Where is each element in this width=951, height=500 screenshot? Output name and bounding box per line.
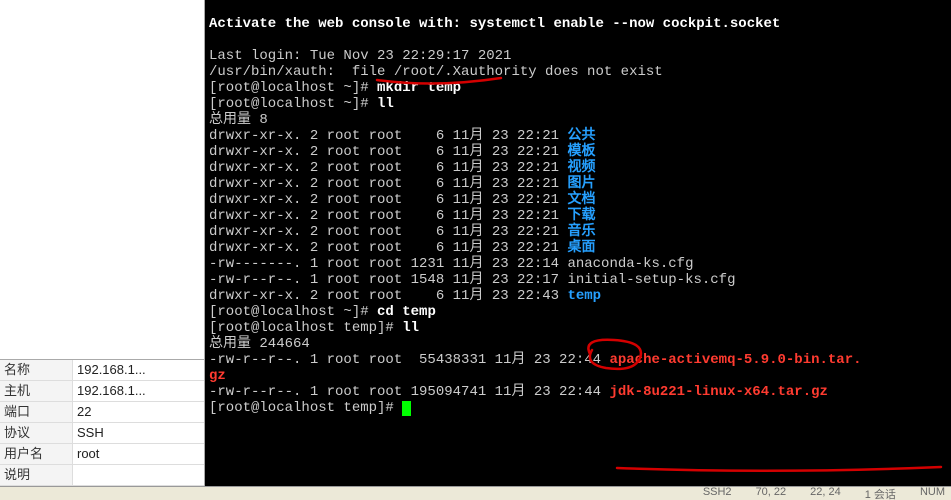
annotation-underline-jdk — [615, 464, 945, 474]
file-name: jdk-8u221-linux-x64.tar.gz — [609, 384, 827, 400]
dir-name: temp — [567, 288, 601, 304]
term-line: Activate the web console with: systemctl… — [209, 16, 780, 32]
status-pos: 22, 24 — [810, 486, 841, 500]
term-line: 总用量 8 — [209, 112, 268, 128]
ls-row: -rw-r--r--. 1 root root 195094741 11月 23… — [209, 384, 609, 400]
prop-value[interactable]: SSH — [73, 423, 204, 443]
session-properties: 名称 192.168.1... 主机 192.168.1... 端口 22 协议… — [0, 359, 204, 486]
prop-row-desc: 说明 — [0, 465, 204, 486]
prop-value[interactable]: root — [73, 444, 204, 464]
status-num: NUM — [920, 486, 945, 500]
term-prompt: [root@localhost ~]# — [209, 304, 377, 320]
ls-row: -rw-r--r--. 1 root root 1548 11月 23 22:1… — [209, 272, 735, 288]
prop-value[interactable]: 192.168.1... — [73, 381, 204, 401]
prop-row-name: 名称 192.168.1... — [0, 360, 204, 381]
dir-name: 视频 — [567, 160, 595, 176]
cursor-icon — [402, 401, 411, 416]
prop-label: 端口 — [0, 402, 73, 422]
ls-row: drwxr-xr-x. 2 root root 6 11月 23 22:21 — [209, 240, 567, 256]
dir-name: 模板 — [567, 144, 595, 160]
term-prompt: [root@localhost temp]# — [209, 320, 402, 336]
status-ssh: SSH2 — [703, 486, 732, 500]
term-line: Last login: Tue Nov 23 22:29:17 2021 — [209, 48, 511, 64]
prop-value[interactable]: 22 — [73, 402, 204, 422]
prop-label: 名称 — [0, 360, 73, 380]
ls-row: drwxr-xr-x. 2 root root 6 11月 23 22:43 — [209, 288, 567, 304]
ls-row: -rw-------. 1 root root 1231 11月 23 22:1… — [209, 256, 693, 272]
status-bar: SSH2 70, 22 22, 24 1 会话 NUM — [0, 486, 951, 500]
session-panel: 名称 192.168.1... 主机 192.168.1... 端口 22 协议… — [0, 0, 205, 486]
ls-row: drwxr-xr-x. 2 root root 6 11月 23 22:21 — [209, 176, 567, 192]
status-size: 70, 22 — [756, 486, 787, 500]
term-line: 总用量 244664 — [209, 336, 310, 352]
term-cmd: ll — [377, 96, 394, 112]
session-tree-empty — [0, 0, 204, 359]
dir-name: 文档 — [567, 192, 595, 208]
terminal[interactable]: Activate the web console with: systemctl… — [205, 0, 951, 486]
prop-row-port: 端口 22 — [0, 402, 204, 423]
dir-name: 公共 — [567, 128, 595, 144]
dir-name: 桌面 — [567, 240, 595, 256]
term-line: /usr/bin/xauth: file /root/.Xauthority d… — [209, 64, 663, 80]
term-cmd: cd temp — [377, 304, 436, 320]
status-sess: 1 会话 — [865, 486, 896, 500]
ls-row: -rw-r--r--. 1 root root 55438331 11月 23 … — [209, 352, 609, 368]
term-prompt: [root@localhost temp]# — [209, 400, 402, 416]
prop-label: 用户名 — [0, 444, 73, 464]
prop-label: 协议 — [0, 423, 73, 443]
prop-row-protocol: 协议 SSH — [0, 423, 204, 444]
prop-row-username: 用户名 root — [0, 444, 204, 465]
file-name: apache-activemq-5.9.0-bin.tar. — [609, 352, 861, 368]
file-name: gz — [209, 368, 226, 384]
term-cmd: mkdir temp — [377, 80, 461, 96]
dir-name: 下载 — [567, 208, 595, 224]
ls-row: drwxr-xr-x. 2 root root 6 11月 23 22:21 — [209, 208, 567, 224]
ls-row: drwxr-xr-x. 2 root root 6 11月 23 22:21 — [209, 160, 567, 176]
prop-label: 说明 — [0, 465, 73, 485]
term-cmd: ll — [402, 320, 419, 336]
ls-row: drwxr-xr-x. 2 root root 6 11月 23 22:21 — [209, 144, 567, 160]
dir-name: 图片 — [567, 176, 595, 192]
ls-row: drwxr-xr-x. 2 root root 6 11月 23 22:21 — [209, 128, 567, 144]
ls-row: drwxr-xr-x. 2 root root 6 11月 23 22:21 — [209, 224, 567, 240]
prop-value[interactable]: 192.168.1... — [73, 360, 204, 380]
prop-label: 主机 — [0, 381, 73, 401]
prop-row-host: 主机 192.168.1... — [0, 381, 204, 402]
term-prompt: [root@localhost ~]# — [209, 80, 377, 96]
ls-row: drwxr-xr-x. 2 root root 6 11月 23 22:21 — [209, 192, 567, 208]
prop-value[interactable] — [73, 465, 204, 485]
dir-name: 音乐 — [567, 224, 595, 240]
term-prompt: [root@localhost ~]# — [209, 96, 377, 112]
